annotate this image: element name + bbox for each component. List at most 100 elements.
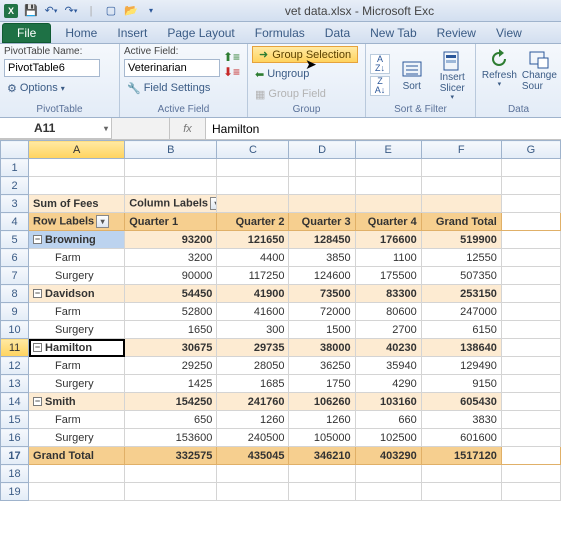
tab-view[interactable]: View bbox=[486, 23, 532, 43]
cell[interactable]: 4290 bbox=[355, 375, 421, 393]
cell[interactable]: Column Labels▾ bbox=[125, 195, 217, 213]
cell[interactable]: 332575 bbox=[125, 447, 217, 465]
row-header[interactable]: 3 bbox=[1, 195, 29, 213]
cell[interactable]: 2700 bbox=[355, 321, 421, 339]
cell[interactable]: 83300 bbox=[355, 285, 421, 303]
row-header[interactable]: 16 bbox=[1, 429, 29, 447]
cell[interactable] bbox=[125, 465, 217, 483]
col-header-G[interactable]: G bbox=[501, 141, 560, 159]
formula-input[interactable] bbox=[206, 118, 561, 139]
cell[interactable]: 103160 bbox=[355, 393, 421, 411]
cell[interactable] bbox=[501, 285, 560, 303]
cell[interactable]: 117250 bbox=[217, 267, 289, 285]
col-header-C[interactable]: C bbox=[217, 141, 289, 159]
cell[interactable] bbox=[501, 303, 560, 321]
filter-icon[interactable]: ▾ bbox=[210, 197, 217, 210]
cell[interactable]: 403290 bbox=[355, 447, 421, 465]
cell[interactable] bbox=[501, 465, 560, 483]
cell[interactable]: 12550 bbox=[421, 249, 501, 267]
change-source-button[interactable]: Change Sour bbox=[522, 46, 557, 92]
col-header-D[interactable]: D bbox=[289, 141, 355, 159]
cell[interactable]: 3830 bbox=[421, 411, 501, 429]
cell[interactable]: 1260 bbox=[217, 411, 289, 429]
cell[interactable] bbox=[289, 483, 355, 501]
filter-icon[interactable]: ▾ bbox=[96, 215, 109, 228]
collapse-icon[interactable]: − bbox=[33, 235, 42, 244]
open-icon[interactable]: 📂 bbox=[122, 2, 140, 20]
cell[interactable] bbox=[421, 465, 501, 483]
row-header[interactable]: 7 bbox=[1, 267, 29, 285]
sort-desc-button[interactable]: ZA↓ bbox=[370, 76, 390, 96]
cell[interactable]: 105000 bbox=[289, 429, 355, 447]
row-header[interactable]: 2 bbox=[1, 177, 29, 195]
cell[interactable]: 36250 bbox=[289, 357, 355, 375]
row-header[interactable]: 11 bbox=[1, 339, 29, 357]
row-header[interactable]: 9 bbox=[1, 303, 29, 321]
group-selection-button[interactable]: ➜ Group Selection ➤ bbox=[252, 46, 358, 63]
cell[interactable]: 519900 bbox=[421, 231, 501, 249]
cell[interactable]: 241760 bbox=[217, 393, 289, 411]
cell[interactable] bbox=[29, 177, 125, 195]
cell[interactable]: Farm bbox=[29, 411, 125, 429]
cell[interactable]: Row Labels▾ bbox=[29, 213, 125, 231]
cell[interactable]: 128450 bbox=[289, 231, 355, 249]
redo-icon[interactable]: ↷▾ bbox=[62, 2, 80, 20]
collapse-icon[interactable]: − bbox=[33, 289, 42, 298]
cell[interactable]: 435045 bbox=[217, 447, 289, 465]
cell[interactable]: 4400 bbox=[217, 249, 289, 267]
cell[interactable]: 38000 bbox=[289, 339, 355, 357]
active-field-input[interactable] bbox=[124, 59, 220, 77]
cell[interactable] bbox=[501, 447, 560, 465]
column-headers[interactable]: A B C D E F G bbox=[1, 141, 561, 159]
col-header-F[interactable]: F bbox=[421, 141, 501, 159]
cell[interactable] bbox=[217, 195, 289, 213]
cell[interactable]: Grand Total bbox=[421, 213, 501, 231]
cell[interactable]: Farm bbox=[29, 303, 125, 321]
cell[interactable] bbox=[289, 195, 355, 213]
cell[interactable] bbox=[355, 195, 421, 213]
undo-icon[interactable]: ↶▾ bbox=[42, 2, 60, 20]
row-header[interactable]: 14 bbox=[1, 393, 29, 411]
cell[interactable] bbox=[289, 465, 355, 483]
cell[interactable]: 601600 bbox=[421, 429, 501, 447]
cell[interactable] bbox=[501, 195, 560, 213]
cell[interactable]: 1517120 bbox=[421, 447, 501, 465]
cell[interactable]: 154250 bbox=[125, 393, 217, 411]
cell[interactable]: 124600 bbox=[289, 267, 355, 285]
row-header[interactable]: 17 bbox=[1, 447, 29, 465]
cell[interactable]: 1260 bbox=[289, 411, 355, 429]
ungroup-button[interactable]: ⬅ Ungroup bbox=[252, 65, 358, 83]
fx-icon[interactable]: fx bbox=[170, 118, 206, 139]
cell[interactable]: 29250 bbox=[125, 357, 217, 375]
cell[interactable]: 41600 bbox=[217, 303, 289, 321]
cell[interactable] bbox=[125, 177, 217, 195]
field-settings-button[interactable]: 🔧 Field Settings bbox=[124, 79, 220, 97]
cell[interactable] bbox=[217, 465, 289, 483]
cell[interactable]: Surgery bbox=[29, 321, 125, 339]
cell[interactable] bbox=[355, 159, 421, 177]
tab-review[interactable]: Review bbox=[427, 23, 486, 43]
cell[interactable]: 1425 bbox=[125, 375, 217, 393]
collapse-icon[interactable]: − bbox=[33, 397, 42, 406]
cell[interactable]: Quarter 4 bbox=[355, 213, 421, 231]
cell[interactable] bbox=[501, 357, 560, 375]
sort-button[interactable]: Sort bbox=[393, 57, 431, 92]
cell[interactable] bbox=[421, 483, 501, 501]
cell[interactable] bbox=[217, 177, 289, 195]
cell[interactable]: Farm bbox=[29, 249, 125, 267]
cell[interactable]: 72000 bbox=[289, 303, 355, 321]
cell[interactable]: 1750 bbox=[289, 375, 355, 393]
cell[interactable] bbox=[501, 339, 560, 357]
cell[interactable] bbox=[501, 321, 560, 339]
cell[interactable]: −Davidson bbox=[29, 285, 125, 303]
expand-field-icon[interactable]: ⬆≡ bbox=[223, 50, 240, 64]
row-header[interactable]: 15 bbox=[1, 411, 29, 429]
cell[interactable]: 3850 bbox=[289, 249, 355, 267]
cell[interactable]: 176600 bbox=[355, 231, 421, 249]
cell[interactable]: −Browning bbox=[29, 231, 125, 249]
cell[interactable]: 73500 bbox=[289, 285, 355, 303]
cell[interactable] bbox=[501, 429, 560, 447]
row-header[interactable]: 13 bbox=[1, 375, 29, 393]
cell[interactable]: 129490 bbox=[421, 357, 501, 375]
row-header[interactable]: 4 bbox=[1, 213, 29, 231]
